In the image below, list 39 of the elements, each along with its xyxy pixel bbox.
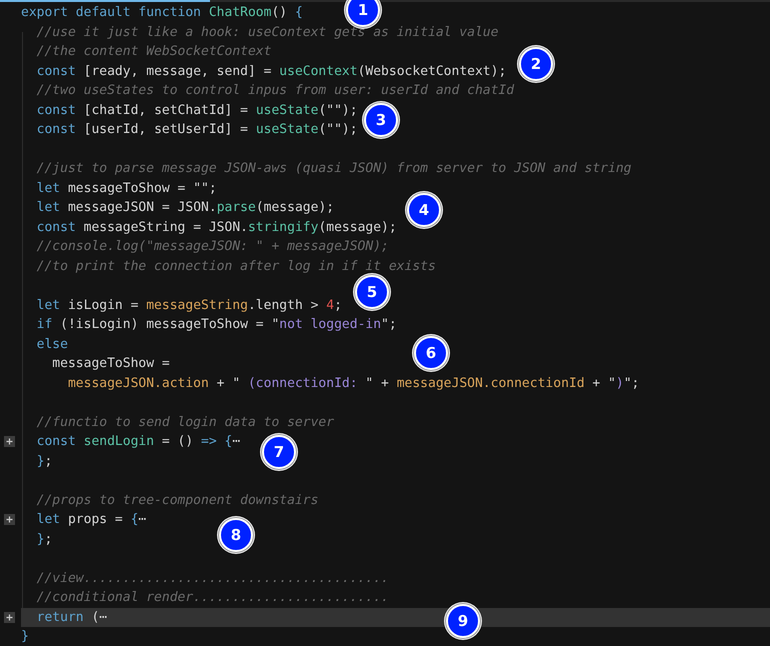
code-line: //view....................................... (36, 570, 389, 588)
code-line: let props = {⋯ (36, 511, 146, 529)
code-line: const [chatId, setChatId] = useState(""); (36, 102, 358, 120)
number-badge: 1 (346, 0, 380, 27)
number-badge: 2 (519, 47, 553, 81)
code-line: //props to tree-component downstairs (36, 492, 318, 510)
code-line: if (!isLogin) messageToShow = "not logged-in"; (36, 316, 397, 334)
expand-icon[interactable] (4, 436, 15, 448)
code-line: //to print the connection after log in if it exists (36, 258, 436, 276)
code-line: //the content WebSocketContext (36, 43, 272, 61)
code-line: //functio to send login data to server (36, 414, 334, 432)
code-line: const sendLogin = () => {⋯ (36, 433, 240, 451)
expand-icon[interactable] (4, 612, 15, 623)
number-badge: 3 (364, 103, 398, 137)
number-badge: 7 (262, 435, 296, 469)
number-badge: 4 (407, 193, 441, 227)
code-line: //console.log("messageJSON: " + messageJSON); (36, 238, 389, 256)
code-line: //conditional render......................... (36, 589, 389, 607)
code-line: else (36, 336, 68, 354)
code-line: const messageString = JSON.stringify(message); (36, 218, 397, 236)
code-line: let messageJSON = JSON.parse(message); (36, 199, 334, 217)
code-line: export default function ChatRoom() { (21, 4, 303, 22)
code-line: const [userId, setUserId] = useState(""); (36, 121, 358, 139)
code-line: }; (36, 530, 52, 548)
code-line: let messageToShow = ""; (36, 180, 217, 198)
expand-icon[interactable] (4, 514, 15, 526)
number-badge: 6 (414, 336, 448, 370)
number-badge: 9 (446, 604, 480, 638)
number-badge: 8 (219, 518, 253, 552)
code-line: let isLogin = messageString.length > 4; (36, 296, 342, 314)
code-line: return (⋯ (36, 608, 108, 626)
code-line: }; (36, 452, 52, 470)
code-line: //just to parse message JSON-aws (quasi JSON) from server to JSON and string (36, 160, 632, 178)
number-badge: 5 (355, 275, 389, 309)
code-line: messageJSON.action + " (connectionId: " + messageJSON.connectionId + ")"; (66, 374, 640, 392)
code-line: messageToShow = (51, 355, 170, 373)
code-line: } (21, 628, 29, 646)
code-line: //two useStates to control inpus from user: userId and chatId (36, 82, 514, 100)
code-line: const [ready, message, send] = useContext(WebsocketContext); (36, 62, 506, 80)
